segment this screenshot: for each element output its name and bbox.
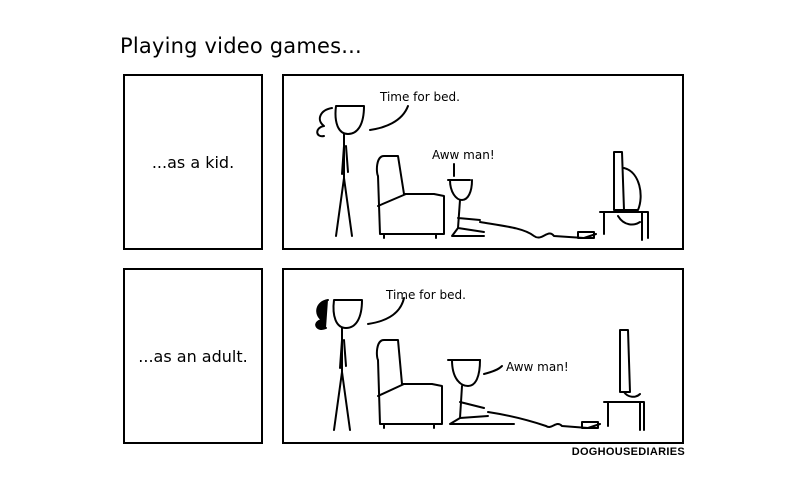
caption-panel-kid: ...as a kid. (123, 74, 263, 250)
comic-title: Playing video games... (120, 34, 362, 58)
credit-watermark: DOGHOUSEDIARIES (571, 446, 685, 458)
adult-speech-tail (483, 365, 503, 375)
tv-stand (599, 211, 649, 241)
tv (619, 329, 631, 393)
speech-player-kid: Aww man! (432, 148, 495, 162)
scene-panel-adult: Time for bed. Aww man! (282, 268, 684, 444)
scene-kid-drawing (316, 105, 649, 241)
adult-body (449, 385, 515, 425)
speech-parent-adult: Time for bed. (386, 288, 466, 302)
adult-head (451, 359, 481, 387)
kid-head (449, 179, 473, 201)
parent-ponytail (315, 299, 329, 330)
speech-player-adult: Aww man! (506, 360, 569, 374)
scene-adult-drawing (315, 297, 645, 431)
tv-stand (603, 401, 645, 431)
caption-kid: ...as a kid. (151, 152, 235, 172)
armchair (375, 339, 443, 425)
kid-body (451, 199, 485, 237)
parent-head (332, 299, 363, 329)
parent-ponytail (316, 107, 333, 138)
speech-parent-kid: Time for bed. (380, 90, 460, 104)
caption-panel-adult: ...as an adult. (123, 268, 263, 444)
tv (613, 151, 642, 211)
parent-head (334, 105, 365, 135)
controller-cable (487, 411, 601, 429)
caption-adult: ...as an adult. (138, 346, 248, 366)
scene-panel-kid: Time for bed. Aww man! (282, 74, 684, 250)
parent-speech-tail (369, 105, 409, 131)
armchair (375, 155, 445, 235)
